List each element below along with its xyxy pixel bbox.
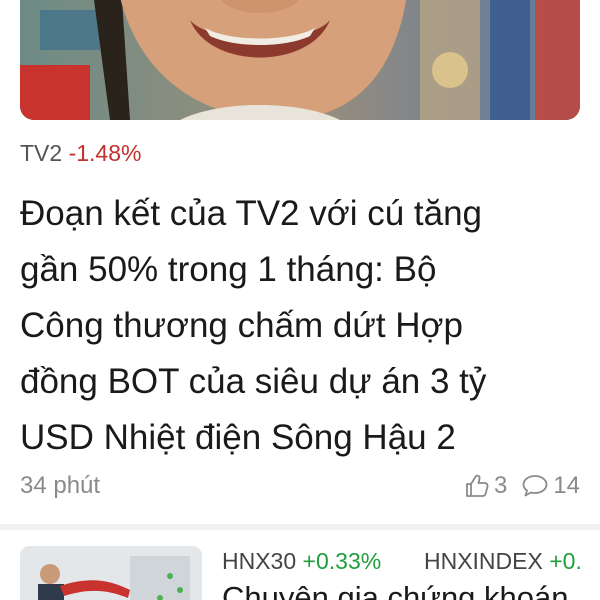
article-stats: 3 14 [450,472,580,500]
headline-line: gần 50% trong 1 tháng: Bộ [20,250,437,289]
ticker-change: +0.33% [302,548,382,574]
article-hero-image[interactable] [20,0,580,120]
next-article-headline[interactable]: Chuyên gia chứng khoán [222,580,569,600]
comment-button[interactable]: 14 [521,472,580,500]
comment-icon [522,475,548,497]
ticker-change: -1.48% [68,140,142,166]
article-time: 34 phút [20,472,101,499]
headline-line: Công thương chấm dứt Hợp [20,306,463,345]
next-article-thumbnail[interactable] [20,546,202,600]
thumbs-up-icon [466,474,489,497]
headline-line: đồng BOT của siêu dự án 3 tỷ [20,362,487,401]
ticker-symbol: HNXINDEX [423,548,543,574]
article-ticker[interactable]: TV2 -1.48% [20,140,141,166]
article-headline[interactable]: Đoạn kết của TV2 với cú tăng gần 50% tro… [20,186,580,466]
news-feed: TV2 -1.48% Đoạn kết của TV2 với cú tăng … [0,0,600,600]
next-article-photo [20,546,202,600]
ticker-symbol: TV2 [20,140,63,166]
feed-divider [0,524,600,530]
like-count: 3 [493,472,508,499]
like-button[interactable]: 3 [464,472,507,500]
comment-count: 14 [553,472,580,499]
headline-line: USD Nhiệt điện Sông Hậu 2 [20,418,456,457]
ticker-change: +0. [549,548,582,574]
headline-line: Đoạn kết của TV2 với cú tăng [20,194,483,233]
article-meta: 34 phút 3 14 [20,470,580,504]
hero-photo [20,0,580,120]
next-article-tickers[interactable]: HNX30 +0.33% HNXINDEX +0. [222,548,582,575]
ticker-symbol: HNX30 [222,548,297,574]
